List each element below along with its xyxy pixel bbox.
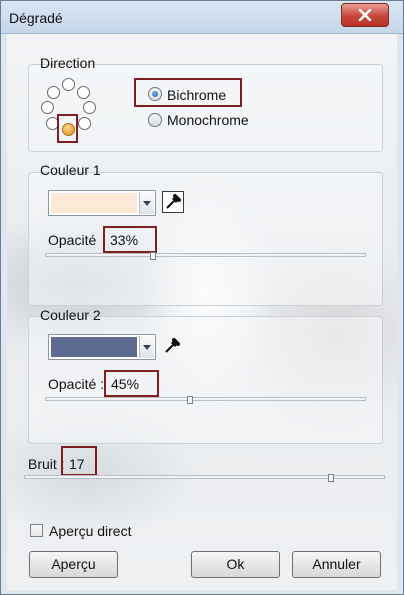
noise-label: Bruit :	[28, 456, 65, 472]
chevron-down-icon[interactable]	[139, 192, 154, 214]
preview-button[interactable]: Aperçu	[29, 551, 118, 578]
live-preview-label: Aperçu direct	[49, 523, 132, 539]
color1-picker[interactable]	[48, 190, 156, 216]
direction-left[interactable]	[41, 101, 54, 114]
color2-opacity-label: Opacité :	[48, 376, 105, 392]
monochrome-radio[interactable]	[148, 113, 162, 127]
ok-button[interactable]: Ok	[191, 551, 280, 578]
title-bar[interactable]: Dégradé	[1, 1, 403, 34]
color1-opacity-slider[interactable]	[45, 253, 366, 257]
color2-swatch	[51, 337, 137, 357]
live-preview-checkbox[interactable]	[30, 524, 43, 537]
close-button[interactable]	[341, 3, 389, 27]
color2-opacity-thumb[interactable]	[187, 396, 193, 404]
direction-highlight	[57, 114, 78, 143]
color1-title: Couleur 1	[40, 162, 101, 178]
color2-opacity-slider[interactable]	[45, 397, 366, 401]
direction-top-right[interactable]	[77, 86, 90, 99]
color1-opacity-value: 33%	[110, 232, 139, 248]
color1-opacity-label: Opacité	[48, 232, 97, 248]
eyedropper-icon	[166, 194, 181, 209]
color1-swatch	[51, 193, 137, 213]
eyedropper-button-1[interactable]	[162, 191, 184, 213]
direction-top-left[interactable]	[47, 86, 60, 99]
close-icon	[358, 9, 372, 21]
direction-title: Direction	[40, 55, 96, 71]
gradient-dialog: Dégradé Direction Bichrome Monochrome Co…	[0, 0, 404, 595]
eyedropper-button-2[interactable]	[162, 336, 184, 358]
color2-opacity-value: 45%	[111, 376, 140, 392]
dialog-body: Direction Bichrome Monochrome Couleur 1	[7, 34, 397, 590]
noise-value: 17	[69, 456, 85, 472]
cancel-button[interactable]: Annuler	[292, 551, 381, 578]
direction-top[interactable]	[62, 78, 75, 91]
color2-title: Couleur 2	[40, 307, 101, 323]
direction-right[interactable]	[83, 101, 96, 114]
chevron-down-icon[interactable]	[139, 336, 154, 358]
bichrome-radio[interactable]	[148, 87, 162, 101]
window-title: Dégradé	[9, 10, 63, 26]
direction-bottom-right[interactable]	[78, 117, 91, 130]
noise-slider-thumb[interactable]	[328, 474, 334, 482]
color2-picker[interactable]	[48, 334, 156, 360]
color1-opacity-thumb[interactable]	[150, 252, 156, 260]
bichrome-label: Bichrome	[167, 87, 227, 103]
monochrome-label: Monochrome	[167, 112, 249, 128]
eyedropper-icon	[165, 338, 180, 353]
